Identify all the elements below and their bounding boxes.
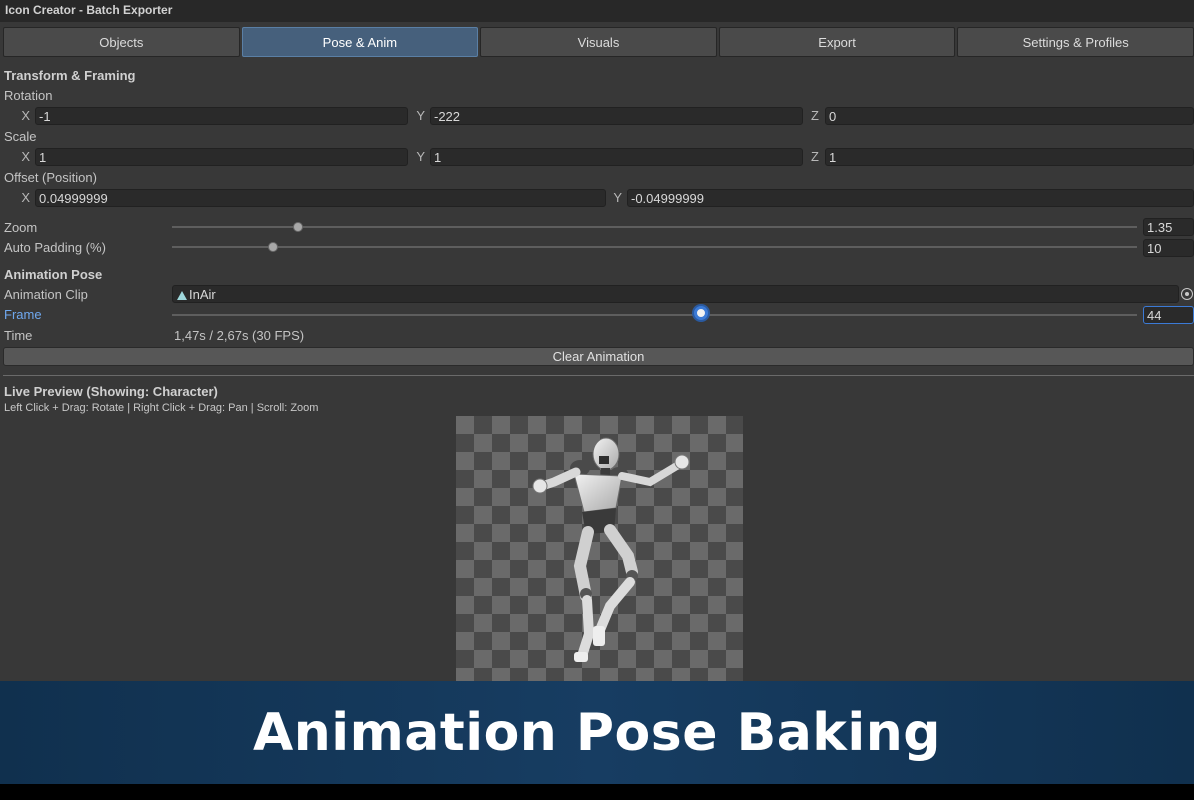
rotation-label: Rotation <box>4 88 53 103</box>
tab-objects[interactable]: Objects <box>3 27 240 57</box>
frame-value-field[interactable]: 44 <box>1143 306 1194 324</box>
scale-x-field[interactable]: 1 <box>35 148 408 166</box>
tab-visuals[interactable]: Visuals <box>480 27 717 57</box>
icon-creator-window: Icon Creator - Batch Exporter Objects Po… <box>0 0 1194 784</box>
auto-padding-slider-thumb[interactable] <box>268 242 278 252</box>
offset-x-field[interactable]: 0.04999999 <box>35 189 606 207</box>
animation-clip-value: InAir <box>189 287 216 302</box>
offset-y-axis-label: Y <box>613 190 622 205</box>
rotation-y-field[interactable]: -222 <box>430 107 803 125</box>
offset-label: Offset (Position) <box>4 170 97 185</box>
bottom-bar <box>0 784 1194 800</box>
rotation-z-field[interactable]: 0 <box>825 107 1194 125</box>
auto-padding-slider-track[interactable] <box>172 246 1137 248</box>
time-label: Time <box>4 328 33 343</box>
time-value: 1,47s / 2,67s (30 FPS) <box>174 328 305 343</box>
animation-clip-icon <box>177 291 187 301</box>
animation-clip-label: Animation Clip <box>4 287 88 302</box>
scale-y-axis-label: Y <box>416 149 425 164</box>
rotation-x-field[interactable]: -1 <box>35 107 408 125</box>
live-preview-viewport[interactable] <box>456 416 743 686</box>
scale-y-field[interactable]: 1 <box>430 148 803 166</box>
frame-slider-thumb[interactable] <box>694 306 708 320</box>
scale-z-field[interactable]: 1 <box>825 148 1194 166</box>
animation-clip-field[interactable]: InAir <box>172 285 1179 303</box>
section-divider <box>3 375 1194 376</box>
tab-export[interactable]: Export <box>718 27 956 57</box>
auto-padding-label: Auto Padding (%) <box>4 240 106 255</box>
offset-x-axis-label: X <box>21 190 30 205</box>
object-picker-icon[interactable] <box>1181 288 1193 300</box>
auto-padding-value-field[interactable]: 10 <box>1143 239 1194 257</box>
clear-animation-button[interactable]: Clear Animation <box>3 347 1194 366</box>
tab-pose-anim[interactable]: Pose & Anim <box>241 27 479 57</box>
zoom-label: Zoom <box>4 220 38 235</box>
zoom-slider-track[interactable] <box>172 226 1137 228</box>
transform-header: Transform & Framing <box>4 68 136 83</box>
frame-slider-track[interactable] <box>172 314 1137 316</box>
scale-z-axis-label: Z <box>811 149 819 164</box>
zoom-value-field[interactable]: 1.35 <box>1143 218 1194 236</box>
zoom-slider-thumb[interactable] <box>293 222 303 232</box>
robot-character-figure <box>532 437 690 662</box>
live-preview-header: Live Preview (Showing: Character) <box>4 384 218 399</box>
frame-label: Frame <box>4 307 42 322</box>
main-tabs: Objects Pose & Anim Visuals Export Setti… <box>3 27 1194 57</box>
window-title: Icon Creator - Batch Exporter <box>0 0 1194 22</box>
rotation-z-axis-label: Z <box>811 108 819 123</box>
rotation-y-axis-label: Y <box>416 108 425 123</box>
rotation-x-axis-label: X <box>21 108 30 123</box>
tab-settings-profiles[interactable]: Settings & Profiles <box>957 27 1194 57</box>
live-preview-hint: Left Click + Drag: Rotate | Right Click … <box>4 402 319 414</box>
feature-banner: Animation Pose Baking <box>0 681 1194 784</box>
scale-x-axis-label: X <box>21 149 30 164</box>
scale-label: Scale <box>4 129 37 144</box>
animation-pose-header: Animation Pose <box>4 267 103 282</box>
offset-y-field[interactable]: -0.04999999 <box>627 189 1194 207</box>
banner-title: Animation Pose Baking <box>253 702 941 763</box>
